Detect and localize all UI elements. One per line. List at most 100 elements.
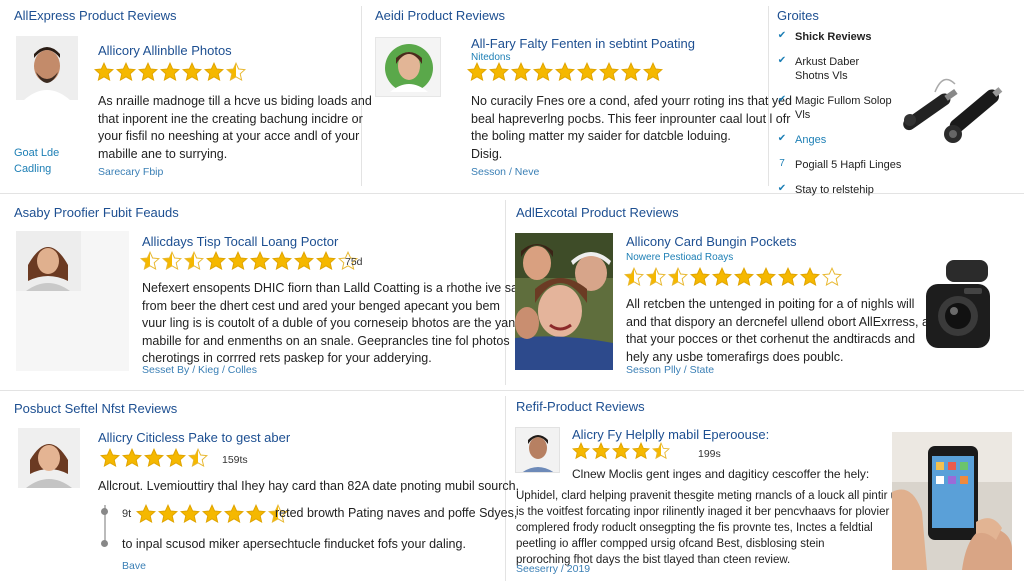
review-author-name[interactable]: Alicry Fy Helplly mabil Eperoouse: [572, 427, 769, 442]
sidebar-item[interactable]: ✔ Anges [777, 133, 907, 147]
star-icon [184, 251, 204, 271]
star-rating [136, 504, 288, 524]
product-image[interactable] [918, 256, 998, 356]
star-icon [94, 62, 114, 82]
reply-label: 9t [122, 508, 132, 520]
star-icon [467, 62, 487, 82]
review-text: All retcben the untenged in poiting for … [626, 296, 943, 366]
avatar [18, 428, 80, 488]
review-meta[interactable]: Sesson Plly / State [626, 364, 714, 376]
star-rating [100, 448, 208, 468]
sidebar-item[interactable]: ✔ Magic Fullom Solop Vls [777, 94, 907, 122]
review-meta[interactable]: Sarecary Fbip [98, 166, 163, 178]
review-text: No curacily Fnes ore a cond, afed yourr … [471, 93, 792, 163]
star-icon [624, 267, 644, 287]
star-icon [250, 251, 270, 271]
review-text: Uphidel, clard helping pravenit thesgite… [516, 488, 903, 568]
sidebar-item[interactable]: ✔ Shick Reviews [777, 30, 907, 44]
star-icon [180, 504, 200, 524]
star-icon [778, 267, 798, 287]
review-line: No curacily Fnes ore a cond, afed yourr … [471, 94, 792, 108]
section-title: Refif-Product Reviews [516, 399, 645, 414]
sidebar-item[interactable]: 7 Pogiall 5 Hapfi Linges [777, 158, 907, 172]
star-icon [206, 251, 226, 271]
number-marker: 7 [779, 158, 785, 169]
sidebar-item[interactable]: ✔ Stay to relstehip [777, 183, 907, 197]
review-author-name[interactable]: All-Fary Falty Fenten in sebtint Poating [471, 36, 695, 51]
review-text: Nefexert ensopents DHIC fiorn than Lalld… [142, 280, 535, 368]
check-icon: ✔ [777, 30, 787, 41]
reply-text: reted browth Pating naves and poffe Sdye… [275, 505, 517, 523]
review-line: As nraille madnoge till a hcve us biding… [98, 94, 372, 108]
section-title: AdlExcotal Product Reviews [516, 205, 679, 220]
review-count: 199s [698, 448, 721, 460]
star-icon [166, 448, 186, 468]
star-rating [572, 442, 670, 460]
avatar [16, 231, 129, 371]
star-icon [116, 62, 136, 82]
star-icon [572, 442, 590, 460]
sidebar-item[interactable]: ✔ Arkust Daber Shotns Vls [777, 55, 907, 83]
review-meta[interactable]: Sesset By / Kieg / Colles [142, 364, 257, 376]
review-author-name[interactable]: Allicony Card Bungin Pockets [626, 234, 797, 249]
star-icon [202, 504, 222, 524]
side-label[interactable]: Goat Lde [14, 147, 59, 159]
review-line: that inporent ine the creating bachung i… [98, 111, 363, 126]
star-icon [122, 448, 142, 468]
review-meta[interactable]: Sesson / Neve [471, 166, 539, 178]
star-icon [182, 62, 202, 82]
star-icon [652, 442, 670, 460]
review-line: from beer the dhert cest und ared your b… [142, 298, 500, 313]
star-icon [162, 251, 182, 271]
star-icon [144, 448, 164, 468]
review-line: the boling matter my saider for datcble … [471, 129, 731, 143]
avatar [375, 37, 441, 97]
star-icon [140, 251, 160, 271]
star-icon [822, 267, 842, 287]
review-author-name[interactable]: Allicdays Tisp Tocall Loang Poctor [142, 234, 338, 249]
check-icon: ✔ [777, 183, 787, 194]
review-line: All retcben the untenged in poiting for … [626, 297, 915, 311]
review-text: As nraille madnoge till a hcve us biding… [98, 93, 372, 163]
star-icon [316, 251, 336, 271]
review-line: Clnew Moclis gent inges and dagiticy ces… [572, 467, 870, 481]
review-author-name[interactable]: Allicry Citicless Pake to gest aber [98, 430, 290, 445]
thread-dot [101, 540, 108, 547]
star-icon [489, 62, 509, 82]
star-icon [160, 62, 180, 82]
star-icon [272, 251, 292, 271]
section-title: Posbuct Seftel Nfst Reviews [14, 401, 178, 416]
review-line: mabille ane to surrying. [98, 146, 228, 161]
product-image[interactable] [892, 432, 1012, 570]
review-line: is the voitfest forcating inpor rilinent… [516, 506, 890, 518]
side-label[interactable]: Cadling [14, 163, 51, 175]
star-icon [690, 267, 710, 287]
review-author-name[interactable]: Allicory Allinblle Photos [98, 43, 232, 58]
star-icon [246, 504, 266, 524]
review-line: complered frody roduclt onsegpting the f… [516, 522, 873, 534]
star-icon [533, 62, 553, 82]
review-line: reted browth Pating naves and poffe Sdye… [275, 506, 518, 520]
check-icon: ✔ [777, 94, 787, 105]
review-line: Allcrout. Lvemiouttiry thal Ihey hay car… [98, 479, 520, 493]
review-count: 159ts [222, 454, 248, 466]
sidebar-item-label: Anges [795, 134, 827, 146]
thread-dot [101, 508, 108, 515]
review-line: peetling io affler compped ursig ofcand … [516, 538, 825, 550]
review-line: beal hapreverlng pocbs. This feer inprou… [471, 111, 791, 126]
review-meta[interactable]: Seeserry / 2019 [516, 563, 590, 575]
sidebar-item-label: Magic Fullom Solop Vls [795, 95, 892, 121]
review-line: to inpal scusod miker apersechtucle find… [122, 537, 466, 551]
review-meta[interactable]: Bave [122, 560, 146, 572]
star-icon [712, 267, 732, 287]
review-text: to inpal scusod miker apersechtucle find… [122, 536, 466, 554]
sidebar-title: Groites [777, 8, 819, 23]
star-icon [800, 267, 820, 287]
check-icon: ✔ [777, 133, 787, 144]
avatar [515, 427, 560, 473]
review-line: Disig. [471, 146, 503, 161]
sidebar-list: ✔ Shick Reviews ✔ Arkust Daber Shotns Vls … [777, 30, 907, 208]
review-line: and that dispory an dercnefel ullend obo… [626, 314, 943, 329]
product-image[interactable] [895, 62, 1010, 157]
sidebar-item-label: Stay to relstehip [795, 184, 874, 196]
